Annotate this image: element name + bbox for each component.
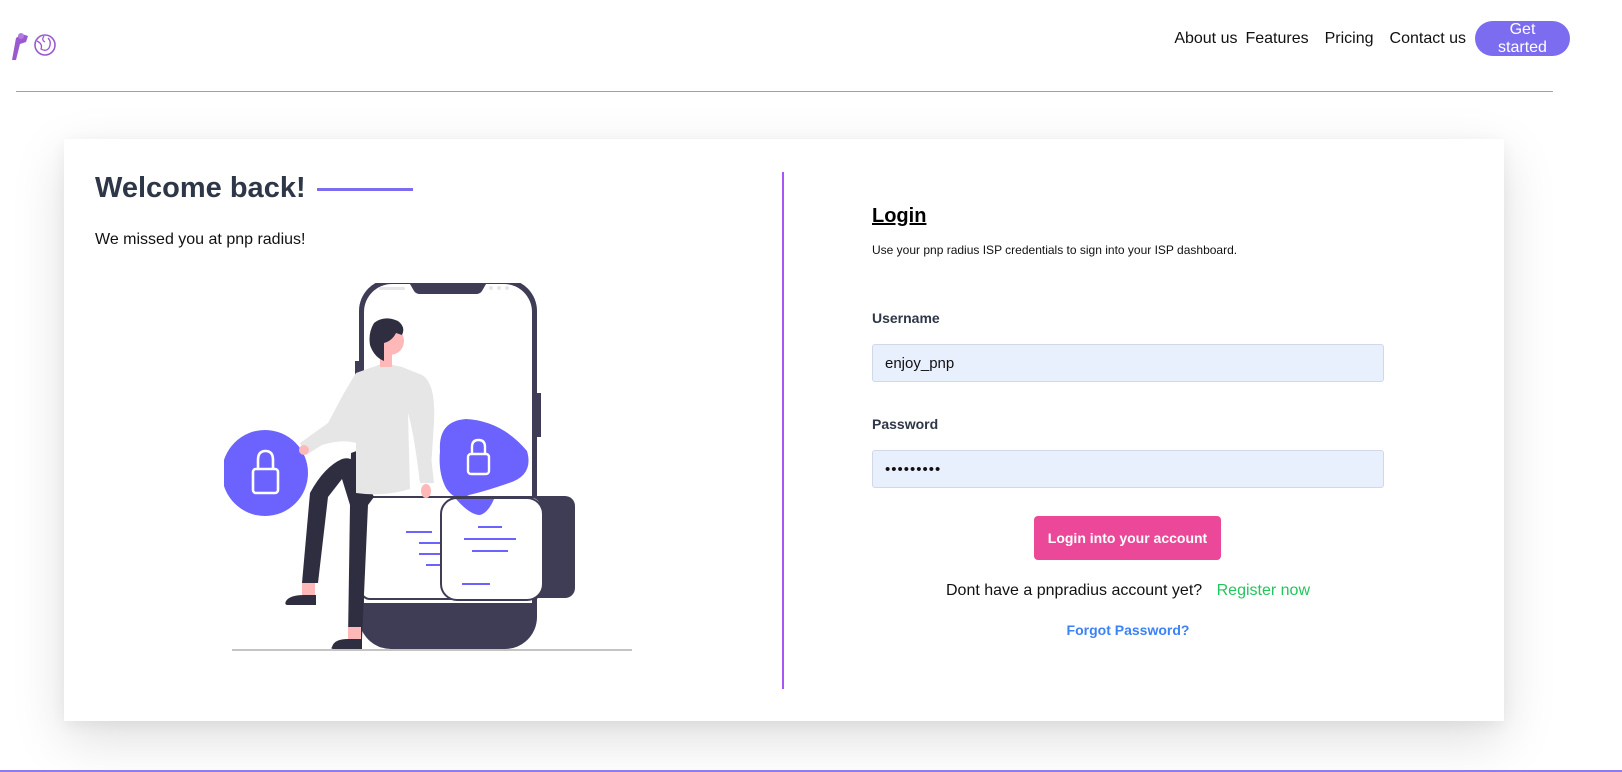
username-input[interactable]: [872, 344, 1384, 382]
vertical-divider: [782, 172, 784, 689]
register-row: Dont have a pnpradius account yet? Regis…: [872, 582, 1384, 600]
secure-login-illustration-icon: [224, 283, 632, 651]
login-heading: Login: [872, 205, 927, 227]
login-submit-button[interactable]: Login into your account: [1034, 516, 1221, 560]
get-started-button[interactable]: Get started: [1475, 21, 1570, 56]
login-card: Welcome back! We missed you at pnp radiu…: [64, 139, 1504, 721]
username-label: Username: [872, 310, 940, 326]
password-label: Password: [872, 416, 939, 432]
nav-features[interactable]: Features: [1245, 30, 1308, 48]
welcome-title: Welcome back!: [95, 172, 306, 204]
forgot-password-link[interactable]: Forgot Password?: [872, 622, 1384, 638]
welcome-title-underline: [317, 188, 413, 191]
nav-pricing[interactable]: Pricing: [1325, 30, 1374, 48]
main-nav: About us Features Pricing Contact us Get…: [1174, 21, 1570, 56]
pnp-radius-logo-icon[interactable]: [8, 28, 58, 62]
password-input[interactable]: [872, 450, 1384, 488]
register-prompt: Dont have a pnpradius account yet?: [946, 582, 1203, 599]
nav-contact-us[interactable]: Contact us: [1390, 30, 1466, 48]
welcome-subtitle: We missed you at pnp radius!: [95, 231, 306, 248]
site-header: About us Features Pricing Contact us Get…: [0, 0, 1622, 92]
login-description: Use your pnp radius ISP credentials to s…: [872, 243, 1238, 257]
register-now-link[interactable]: Register now: [1217, 582, 1310, 599]
header-divider: [16, 91, 1553, 92]
nav-about-us[interactable]: About us: [1174, 30, 1237, 48]
